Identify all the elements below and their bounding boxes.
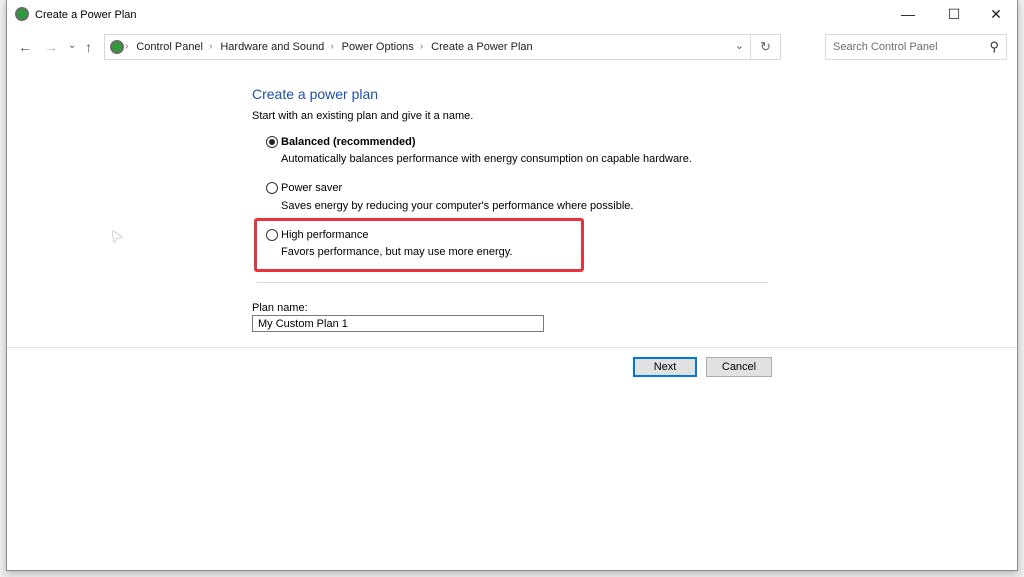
recent-locations-button[interactable]: ⌄ xyxy=(68,40,76,51)
address-bar[interactable]: › Control Panel › Hardware and Sound › P… xyxy=(104,34,781,60)
balanced-description: Automatically balances performance with … xyxy=(281,153,692,165)
window-title: Create a Power Plan xyxy=(35,9,137,21)
breadcrumb-separator: › xyxy=(125,41,129,52)
high-performance-description: Favors performance, but may use more ene… xyxy=(281,246,513,258)
power-options-icon xyxy=(15,7,29,21)
refresh-button[interactable]: ↻ xyxy=(750,35,780,59)
search-placeholder: Search Control Panel xyxy=(833,41,938,53)
divider xyxy=(257,282,768,283)
address-dropdown-icon[interactable]: ⌄ xyxy=(735,39,744,52)
plan-name-label: Plan name: xyxy=(252,302,308,314)
title-bar[interactable]: Create a Power Plan — ☐ ✕ xyxy=(7,0,1017,30)
close-button[interactable]: ✕ xyxy=(974,0,1018,30)
power-saver-radio[interactable] xyxy=(266,182,278,194)
create-power-plan-window: Create a Power Plan — ☐ ✕ ← → ⌄ ↑ › Cont… xyxy=(6,0,1018,571)
up-button[interactable]: ↑ xyxy=(85,39,92,55)
maximize-button[interactable]: ☐ xyxy=(932,0,976,30)
breadcrumb-control-panel[interactable]: Control Panel xyxy=(136,41,203,53)
balanced-radio[interactable] xyxy=(266,136,278,148)
breadcrumb-hardware-and-sound[interactable]: Hardware and Sound xyxy=(220,41,324,53)
footer-divider xyxy=(7,347,1017,348)
minimize-button[interactable]: — xyxy=(886,0,930,30)
breadcrumb-power-options[interactable]: Power Options xyxy=(342,41,414,53)
high-performance-label[interactable]: High performance xyxy=(281,229,368,241)
plan-name-input[interactable] xyxy=(252,315,544,332)
next-button[interactable]: Next xyxy=(633,357,697,377)
high-performance-radio[interactable] xyxy=(266,229,278,241)
search-input[interactable]: Search Control Panel ⚲ xyxy=(825,34,1007,60)
search-icon[interactable]: ⚲ xyxy=(989,39,999,55)
breadcrumb-separator: › xyxy=(419,41,424,52)
power-saver-description: Saves energy by reducing your computer's… xyxy=(281,200,634,212)
page-subtitle: Start with an existing plan and give it … xyxy=(252,110,474,122)
breadcrumb-create-power-plan[interactable]: Create a Power Plan xyxy=(431,41,533,53)
back-button[interactable]: ← xyxy=(18,39,32,55)
power-saver-label[interactable]: Power saver xyxy=(281,182,342,194)
highlight-box xyxy=(254,218,584,272)
breadcrumb-separator: › xyxy=(330,41,334,52)
control-panel-icon xyxy=(110,40,124,54)
balanced-label[interactable]: Balanced (recommended) xyxy=(281,136,415,148)
page-title: Create a power plan xyxy=(252,86,379,102)
cancel-button[interactable]: Cancel xyxy=(706,357,772,377)
forward-button[interactable]: → xyxy=(44,39,58,55)
breadcrumb-separator: › xyxy=(209,41,213,52)
